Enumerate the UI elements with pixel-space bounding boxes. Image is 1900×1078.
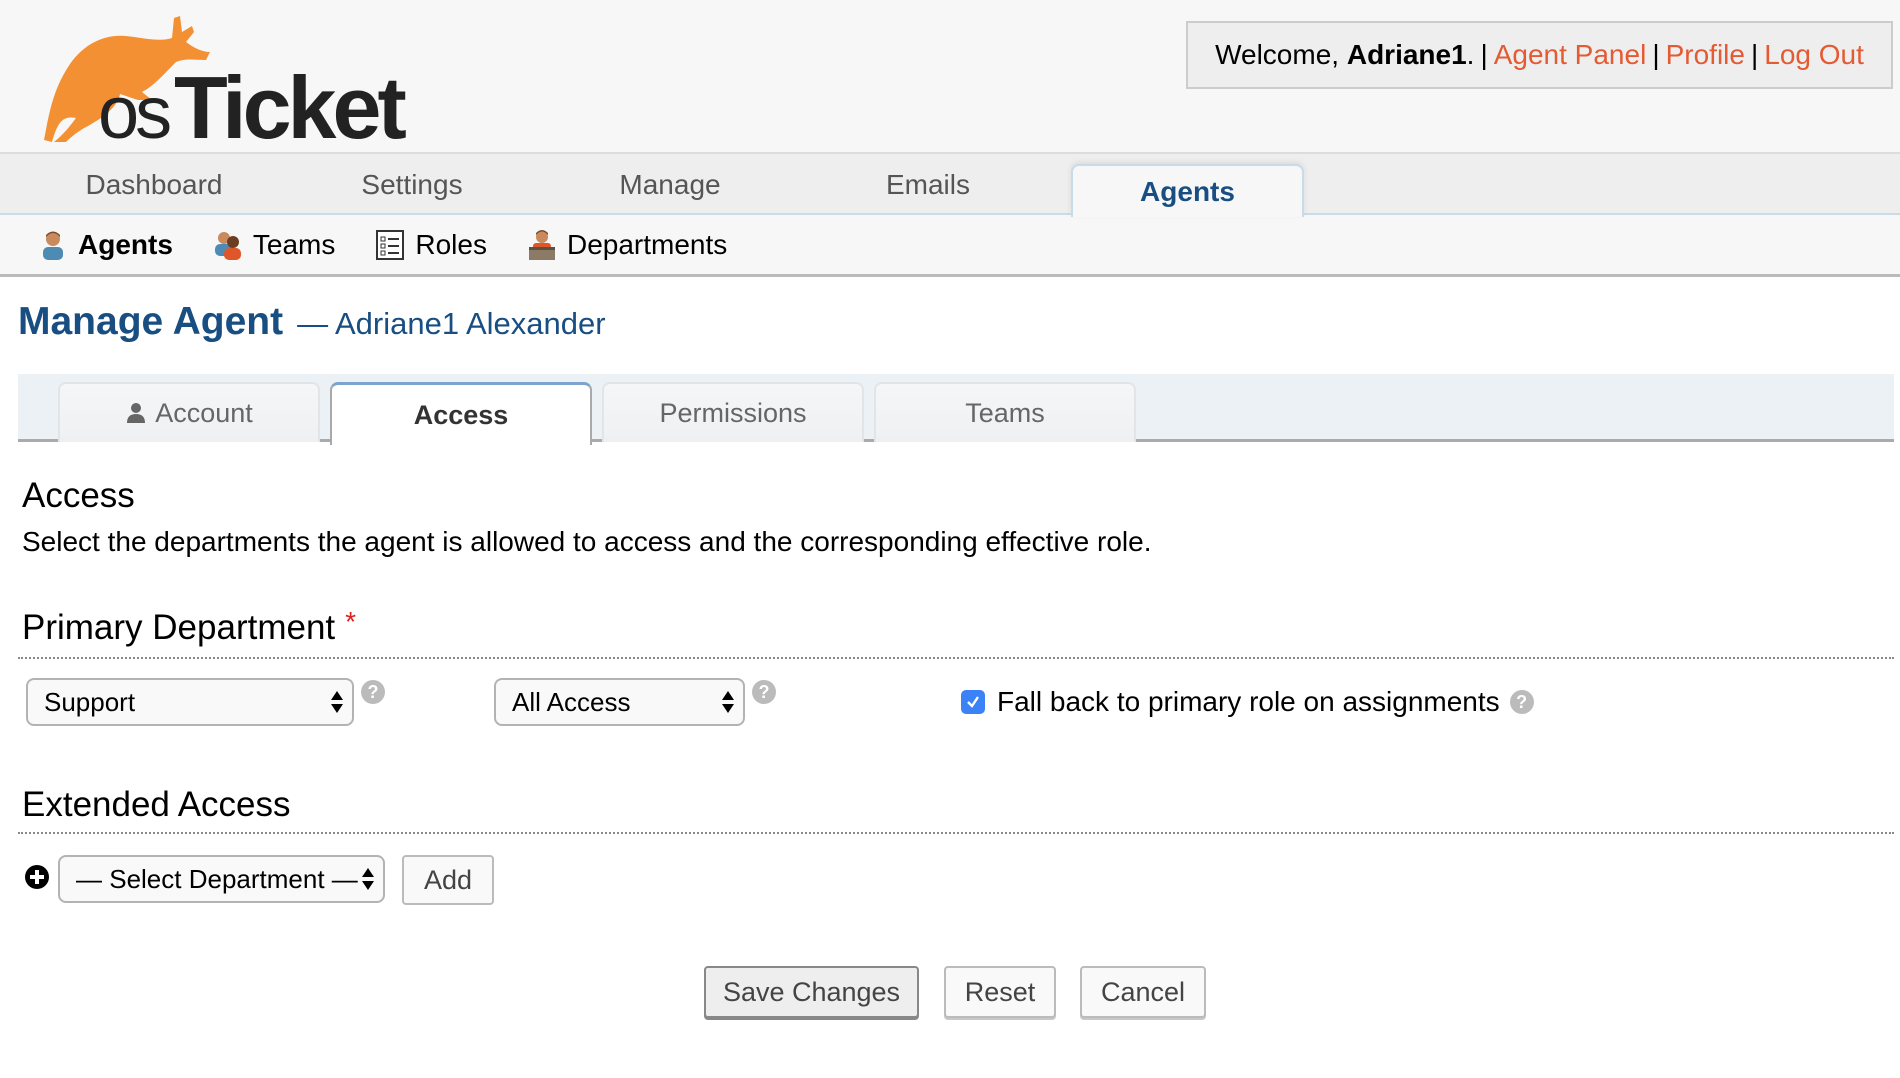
profile-link[interactable]: Profile [1666, 39, 1745, 71]
primary-department-label: Primary Department [22, 608, 336, 647]
divider [18, 832, 1894, 834]
select-arrows-icon [362, 868, 374, 890]
page-title: Manage Agent — Adriane1 Alexander [18, 300, 606, 344]
tab-account-label: Account [155, 397, 253, 428]
separator: | [1750, 39, 1759, 70]
welcome-prefix: Welcome, [1215, 39, 1340, 70]
subnav-teams-label: Teams [252, 228, 336, 260]
reset-button[interactable]: Reset [944, 966, 1056, 1018]
primary-department-value: Support [44, 686, 136, 717]
primary-department-select[interactable]: Support [26, 678, 354, 726]
separator: | [1480, 39, 1488, 70]
select-arrows-icon [722, 691, 734, 713]
nav-tab-agents[interactable]: Agents [1071, 164, 1304, 217]
tab-permissions[interactable]: Permissions [602, 382, 864, 442]
page-subtitle: — Adriane1 Alexander [297, 306, 606, 341]
save-changes-button[interactable]: Save Changes [704, 966, 919, 1018]
subnav-teams[interactable]: Teams [213, 229, 335, 261]
subnav-roles-label: Roles [415, 228, 487, 260]
required-mark: * [345, 606, 357, 637]
extended-department-placeholder: — Select Department — [76, 863, 358, 894]
page-title-text: Manage Agent [18, 300, 284, 343]
sub-nav: Agents Teams Roles Departments [0, 215, 1900, 277]
main-nav: Dashboard Settings Manage Emails Agents [0, 152, 1900, 217]
access-heading: Access [22, 476, 135, 515]
agent-icon [43, 231, 63, 260]
primary-department-heading: Primary Department * [22, 606, 357, 648]
department-icon [528, 229, 555, 260]
role-value: All Access [512, 686, 631, 717]
add-department-button[interactable]: Add [402, 855, 494, 905]
nav-tab-emails[interactable]: Emails [799, 154, 1057, 215]
welcome-suffix: . [1466, 39, 1475, 70]
fallback-checkbox[interactable] [961, 690, 985, 714]
extended-access-heading: Extended Access [22, 785, 291, 824]
select-arrows-icon [331, 691, 343, 713]
roles-list-icon [376, 229, 405, 260]
fallback-option: Fall back to primary role on assignments… [961, 686, 1534, 718]
checkmark-icon [967, 696, 979, 708]
user-icon [127, 403, 146, 423]
help-icon[interactable]: ? [752, 680, 776, 704]
osticket-logo[interactable]: os Ticket [14, 8, 414, 148]
add-circle-icon[interactable] [24, 864, 50, 890]
agent-panel-link[interactable]: Agent Panel [1494, 39, 1647, 71]
tab-account[interactable]: Account [58, 382, 320, 442]
nav-tab-manage[interactable]: Manage [541, 154, 799, 215]
cancel-button[interactable]: Cancel [1080, 966, 1206, 1018]
subnav-departments-label: Departments [566, 228, 728, 260]
subnav-agents[interactable]: Agents [38, 229, 173, 261]
welcome-box: Welcome, Adriane1 . | Agent Panel | Prof… [1186, 21, 1893, 89]
username: Adriane1 [1346, 39, 1467, 70]
separator: | [1652, 39, 1660, 70]
header: os Ticket Welcome, Adriane1 . | Agent Pa… [0, 0, 1900, 152]
subnav-roles[interactable]: Roles [375, 229, 487, 261]
role-select[interactable]: All Access [494, 678, 745, 726]
tab-access[interactable]: Access [330, 382, 592, 445]
teams-icon [214, 231, 241, 260]
subnav-departments[interactable]: Departments [527, 229, 727, 261]
content-tabs: Account Access Permissions Teams [18, 374, 1894, 445]
subnav-agents-label: Agents [78, 228, 173, 260]
nav-tab-dashboard[interactable]: Dashboard [25, 154, 283, 215]
divider [18, 657, 1894, 659]
nav-tab-settings[interactable]: Settings [283, 154, 541, 215]
fallback-label: Fall back to primary role on assignments [997, 686, 1500, 717]
help-icon[interactable]: ? [1509, 690, 1534, 714]
svg-text:Ticket: Ticket [174, 58, 406, 148]
svg-text:os: os [98, 71, 170, 148]
access-description: Select the departments the agent is allo… [22, 526, 1152, 557]
extended-department-select[interactable]: — Select Department — [58, 855, 385, 903]
tab-teams[interactable]: Teams [874, 382, 1136, 442]
logout-link[interactable]: Log Out [1764, 39, 1864, 71]
help-icon[interactable]: ? [361, 680, 385, 704]
